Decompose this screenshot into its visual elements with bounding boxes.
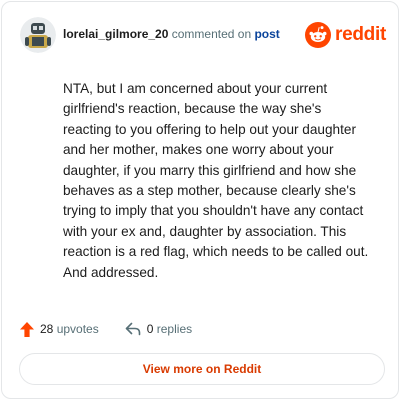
view-more-button[interactable]: View more on Reddit [19, 353, 385, 385]
username-link[interactable]: lorelai_gilmore_20 [63, 27, 168, 41]
comment-body: NTA, but I am concerned about your curre… [63, 81, 369, 280]
reply-count: 0 [146, 322, 154, 336]
reddit-wordmark: reddit [335, 24, 386, 45]
user-avatar-icon[interactable] [20, 17, 56, 53]
comment-meta: lorelai_gilmore_20 commented on post [63, 27, 280, 41]
reply-arrow-icon [125, 322, 141, 336]
reply-label: replies [156, 322, 193, 336]
reddit-snoo-icon [305, 22, 332, 48]
upvote-button[interactable]: 28 upvotes [20, 321, 99, 337]
comment-header: lorelai_gilmore_20 commented on post red… [20, 17, 386, 53]
action-text: commented on [171, 27, 252, 41]
upvote-count: 28 [40, 322, 54, 336]
comment-stats: 28 upvotes 0 replies [20, 319, 192, 339]
reddit-logo[interactable]: reddit [305, 22, 386, 48]
upvote-arrow-icon [20, 321, 34, 337]
comment-card: lorelai_gilmore_20 commented on post red… [1, 1, 399, 399]
upvote-label: upvotes [56, 322, 99, 336]
post-link[interactable]: post [254, 27, 279, 41]
reply-button[interactable]: 0 replies [125, 322, 192, 336]
